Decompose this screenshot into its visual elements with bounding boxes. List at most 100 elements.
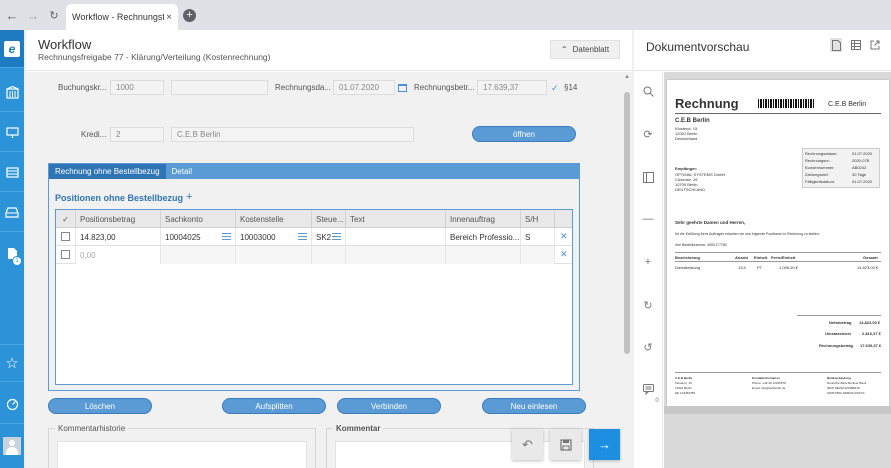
col-sachkonto[interactable]: Sachkonto (161, 210, 236, 228)
sidebar-item-archive[interactable] (0, 74, 24, 112)
back-arrow-icon[interactable]: ← (3, 6, 21, 24)
search-icon[interactable] (641, 84, 655, 98)
viewer-horizontal-scrollbar[interactable] (664, 406, 891, 414)
gauge-icon (6, 398, 18, 411)
data-sheet-icon[interactable] (850, 38, 862, 52)
sidebar-item-favorites[interactable]: ☆ (0, 344, 24, 382)
undo-button[interactable]: ↶ (512, 429, 543, 460)
sidebar-item-tray[interactable] (0, 194, 24, 232)
document-viewer[interactable]: Rechnung C.E.B Berlin C.E.B Berlin Klost… (664, 72, 891, 468)
doc-footer-text: Kontaktinformation (752, 376, 780, 380)
save-button[interactable] (550, 429, 581, 460)
datenblatt-button[interactable]: ⌃ Datenblatt (550, 40, 620, 59)
lookup-list-icon[interactable] (332, 233, 341, 240)
kommentar-textarea[interactable] (335, 441, 585, 468)
kostenstelle-cell[interactable]: 10003000 (236, 228, 312, 246)
sh-cell[interactable] (521, 246, 555, 264)
sidebar-item-tasks[interactable]: 1 (0, 234, 24, 272)
sachkonto-cell[interactable] (161, 246, 236, 264)
reload-icon[interactable]: ↻ (45, 6, 63, 24)
user-avatar[interactable] (3, 437, 21, 455)
verbinden-button[interactable]: Verbinden (337, 398, 441, 414)
loeschen-button[interactable]: Löschen (48, 398, 152, 414)
lookup-list-icon[interactable] (222, 233, 231, 240)
doc-meta-value: 2020-07B (852, 158, 870, 163)
col-text[interactable]: Text (346, 210, 446, 228)
kreditor-name-field[interactable]: C.E.B Berlin (171, 127, 414, 142)
workflow-header: Workflow Rechnungsfreigabe 77 - Klärung/… (26, 30, 632, 71)
add-position-icon[interactable]: + (186, 191, 192, 203)
doc-footer-text: C.E.B Berlin (675, 376, 693, 380)
text-cell[interactable] (346, 228, 446, 246)
forward-button[interactable]: → (589, 429, 620, 460)
zoom-out-icon[interactable]: — (641, 212, 655, 226)
select-all-checkmark-icon[interactable]: ✓ (56, 210, 76, 228)
undo-icon: ↶ (522, 436, 533, 452)
forward-arrow-icon[interactable]: → (24, 6, 42, 24)
lookup-list-icon[interactable] (298, 233, 307, 240)
doc-meta-label: Kundennummer: (805, 165, 835, 170)
col-positionsbetrag[interactable]: Positionsbetrag (76, 210, 161, 228)
aufsplitten-button[interactable]: Aufsplitten (222, 398, 326, 414)
row-checkbox[interactable] (61, 250, 70, 259)
text-cell[interactable] (346, 246, 446, 264)
close-tab-icon[interactable]: × (166, 12, 172, 23)
sidebar-toggle-icon[interactable] (641, 170, 655, 184)
tab-detail[interactable]: Detail (166, 164, 198, 179)
preview-title: Dokumentvorschau (646, 40, 750, 54)
table-row[interactable]: 14.823,00 10004025 10003000 SK2 Bereich … (56, 228, 572, 246)
col-sh[interactable]: S/H (521, 210, 555, 228)
sachkonto-cell[interactable]: 10004025 (161, 228, 236, 246)
row-checkbox[interactable] (61, 232, 70, 241)
arrow-right-icon: → (598, 437, 611, 452)
sidebar-item-presentation[interactable] (0, 114, 24, 152)
table-row[interactable]: 0,00 ✕ (56, 246, 572, 264)
buchungskreis-name-field[interactable] (171, 80, 268, 95)
innenauftrag-cell[interactable] (446, 246, 521, 264)
scroll-up-icon[interactable]: ▲ (624, 74, 630, 80)
col-steuer[interactable]: Steue... (312, 210, 346, 228)
rotate-counterclockwise-icon[interactable]: ↺ (641, 340, 655, 354)
buchungskreis-field[interactable]: 1000 (110, 80, 164, 95)
inbox-icon (5, 167, 19, 178)
rotate-clockwise-icon[interactable]: ↻ (641, 298, 655, 312)
app-logo[interactable]: e (0, 30, 24, 68)
neu-einlesen-button[interactable]: Neu einlesen (482, 398, 586, 414)
innenauftrag-cell[interactable]: Bereich Professio... (446, 228, 521, 246)
sidebar-item-inbox[interactable] (0, 154, 24, 192)
rechnungsbetrag-field[interactable]: 17.639,37 (477, 80, 547, 95)
row-select-cell[interactable] (56, 246, 76, 264)
calendar-icon[interactable] (398, 84, 407, 92)
preview-toolbar: ⟳ — + ↻ ↺ 0 (634, 72, 663, 468)
oeffnen-button[interactable]: öffnen (472, 126, 576, 142)
workflow-content[interactable]: Buchungskr... 1000 Rechnungsda... 01.07.… (26, 72, 622, 468)
tab-rechnung-ohne-bestellbezug[interactable]: Rechnung ohne Bestellbezug (49, 164, 166, 179)
kommentarhistorie-legend: Kommentarhistorie (55, 424, 129, 433)
browser-tab[interactable]: Workflow - Rechnungsfrei... × (66, 4, 178, 30)
col-kostenstelle[interactable]: Kostenstelle (236, 210, 312, 228)
kostenstelle-cell[interactable] (236, 246, 312, 264)
sh-cell[interactable]: S (521, 228, 555, 246)
logo-icon: e (4, 40, 20, 57)
kreditor-field[interactable]: 2 (110, 127, 164, 142)
rechnungsdatum-field[interactable]: 01.07.2020 (333, 80, 395, 95)
scroll-thumb[interactable] (624, 92, 630, 354)
rotate-icon[interactable]: ⟳ (641, 127, 655, 141)
betrag-cell[interactable]: 14.823,00 (76, 228, 161, 246)
col-innenauftrag[interactable]: Innenauftrag (446, 210, 521, 228)
sidebar-item-dashboard[interactable] (0, 386, 24, 424)
delete-row-icon[interactable]: ✕ (560, 231, 568, 242)
zoom-in-icon[interactable]: + (641, 255, 655, 269)
doc-footer-text: Klosterpl. 15 (675, 381, 692, 385)
row-select-cell[interactable] (56, 228, 76, 246)
content-scrollbar[interactable]: ▲ (622, 72, 632, 468)
steuer-cell[interactable] (312, 246, 346, 264)
delete-row-icon[interactable]: ✕ (560, 249, 568, 260)
steuer-cell[interactable]: SK2 (312, 228, 346, 246)
open-external-icon[interactable] (869, 38, 881, 52)
single-page-icon[interactable] (830, 38, 842, 52)
new-tab-icon[interactable]: + (183, 9, 196, 22)
monitor-icon (5, 127, 19, 138)
betrag-cell[interactable]: 0,00 (76, 246, 161, 264)
doc-company-top: C.E.B Berlin (828, 101, 867, 108)
